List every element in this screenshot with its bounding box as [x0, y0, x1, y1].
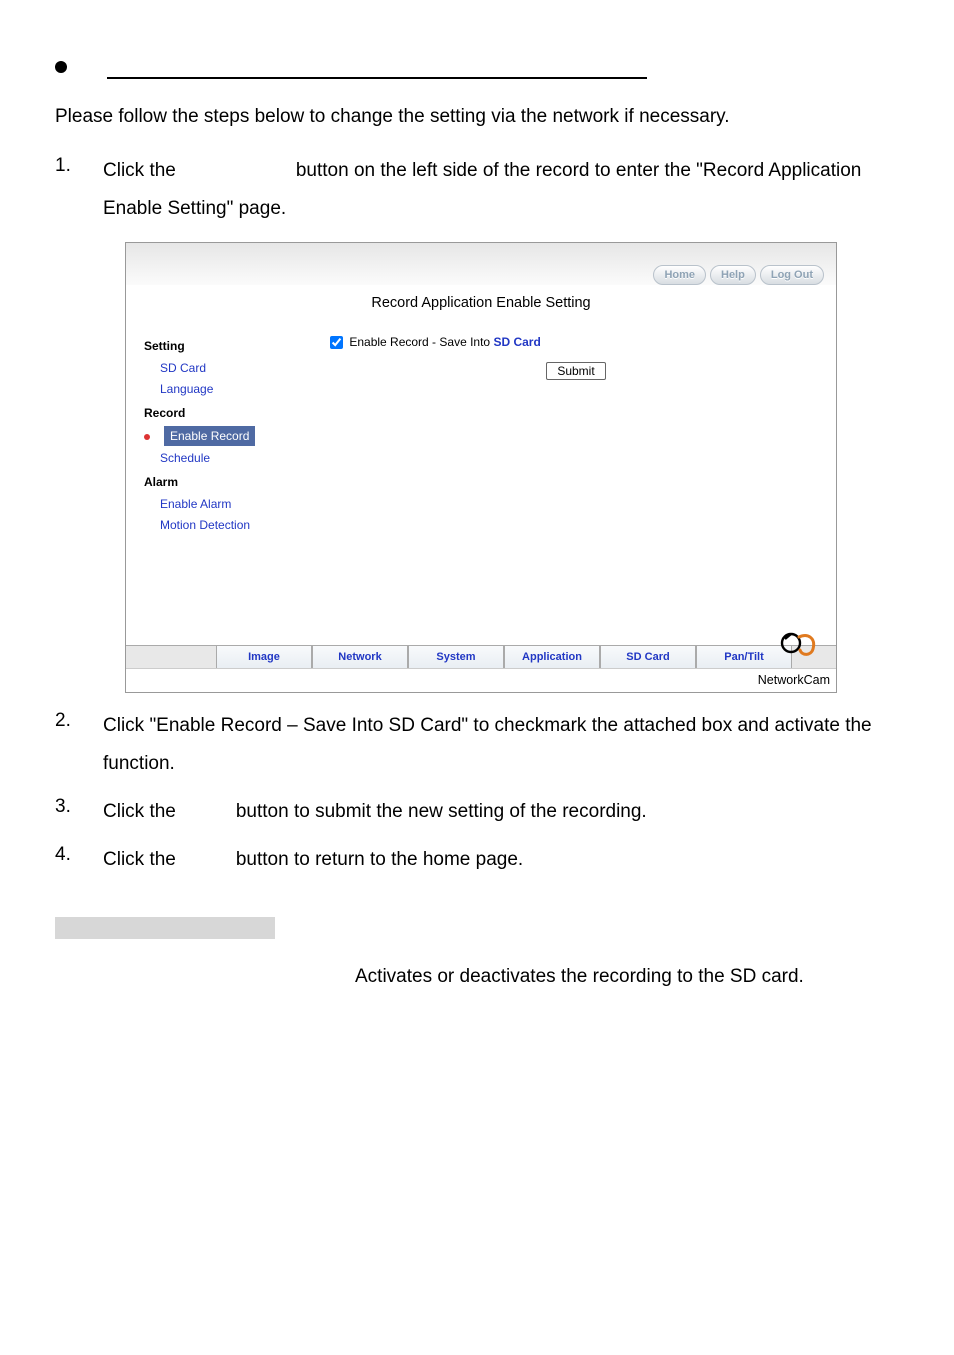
- sidebar-item-enable-record[interactable]: Enable Record: [144, 426, 310, 446]
- checkbox-label: Enable Record - Save Into SD Card: [349, 335, 540, 349]
- sidebar: Setting SD Card Language Record Enable R…: [126, 325, 316, 645]
- sidebar-heading-alarm: Alarm: [144, 473, 310, 491]
- step-3-text: Click thebutton to submit the new settin…: [103, 793, 899, 831]
- step-number: 1.: [55, 152, 103, 228]
- sidebar-item-motion-detection[interactable]: Motion Detection: [160, 516, 310, 534]
- brand-name: NetworkCam: [758, 671, 830, 690]
- app-screenshot: Home Help Log Out Record Application Ena…: [125, 242, 837, 694]
- step-number: 3.: [55, 793, 103, 831]
- sidebar-item-sdcard[interactable]: SD Card: [160, 359, 310, 377]
- sidebar-item-schedule[interactable]: Schedule: [160, 449, 310, 467]
- tab-image[interactable]: Image: [216, 645, 312, 669]
- step-1-text: Click thebutton on the left side of the …: [103, 152, 899, 228]
- section-heading-placeholder: [107, 55, 647, 79]
- sidebar-item-enable-alarm[interactable]: Enable Alarm: [160, 495, 310, 513]
- logout-button[interactable]: Log Out: [760, 265, 824, 286]
- tab-network[interactable]: Network: [312, 645, 408, 669]
- step-number: 4.: [55, 841, 103, 879]
- step-number: 2.: [55, 707, 103, 783]
- step-2-text: Click "Enable Record – Save Into SD Card…: [103, 707, 899, 783]
- page-title: Record Application Enable Setting: [126, 293, 836, 315]
- active-dot-icon: [144, 434, 150, 440]
- sidebar-heading-record: Record: [144, 404, 310, 422]
- sd-card-link[interactable]: SD Card: [493, 335, 540, 349]
- step-4-text: Click thebutton to return to the home pa…: [103, 841, 899, 879]
- sidebar-heading-setting: Setting: [144, 337, 310, 355]
- sidebar-item-language[interactable]: Language: [160, 380, 310, 398]
- help-button[interactable]: Help: [710, 265, 756, 286]
- description-heading-placeholder: [55, 917, 275, 939]
- tab-sdcard[interactable]: SD Card: [600, 645, 696, 669]
- intro-text: Please follow the steps below to change …: [55, 103, 899, 132]
- enable-record-checkbox[interactable]: [330, 336, 343, 349]
- tab-system[interactable]: System: [408, 645, 504, 669]
- bottom-tab-bar: Image Network System Application SD Card…: [126, 645, 836, 669]
- brand-logo-icon: [778, 628, 818, 658]
- description-text: Activates or deactivates the recording t…: [355, 963, 899, 992]
- submit-button[interactable]: Submit: [546, 362, 605, 380]
- tab-application[interactable]: Application: [504, 645, 600, 669]
- bullet-icon: [55, 61, 67, 73]
- home-button[interactable]: Home: [653, 265, 706, 286]
